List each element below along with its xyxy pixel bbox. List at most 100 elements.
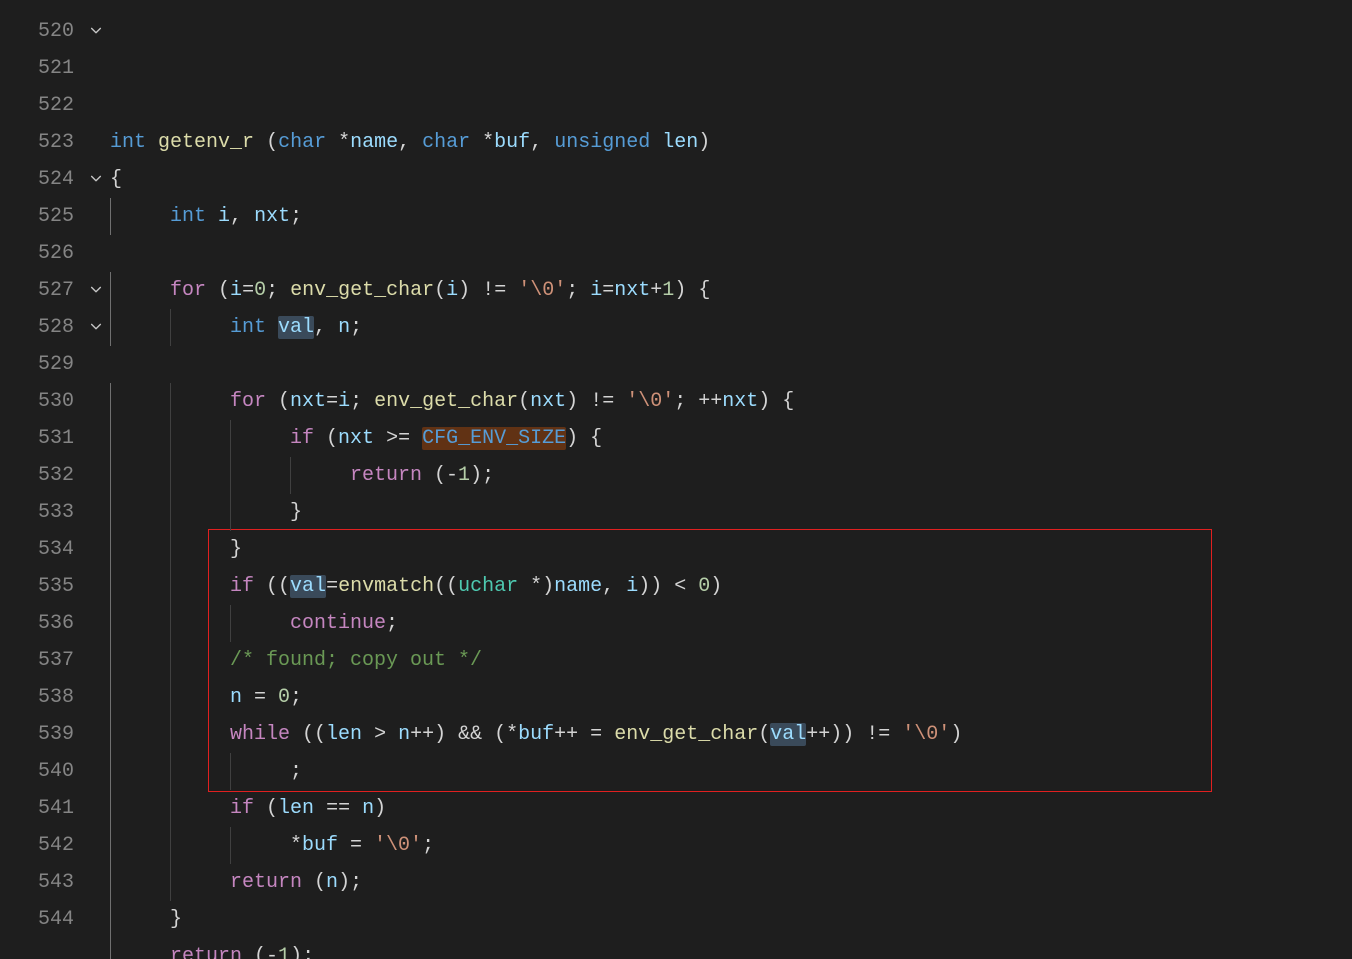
fold-placeholder — [82, 383, 110, 420]
fold-arrow-icon[interactable] — [82, 309, 110, 346]
code-line[interactable]: int i, nxt; — [110, 198, 1352, 235]
indent-guide — [170, 790, 230, 827]
indent-guide — [230, 827, 290, 864]
line-number: 538 — [0, 679, 78, 716]
fold-placeholder — [82, 827, 110, 864]
code-line[interactable]: { — [110, 161, 1352, 198]
indent-guide — [170, 568, 230, 605]
indent-guide — [230, 457, 290, 494]
line-number: 519 — [0, 0, 78, 13]
indent-guide — [110, 420, 170, 457]
code-line[interactable]: /* found; copy out */ — [110, 642, 1352, 679]
fold-placeholder — [82, 494, 110, 531]
code-line[interactable]: n = 0; — [110, 679, 1352, 716]
line-number: 535 — [0, 568, 78, 605]
code-text: for (i=0; env_get_char(i) != '\0'; i=nxt… — [170, 279, 710, 302]
line-number: 529 — [0, 346, 78, 383]
indent-guide — [110, 605, 170, 642]
code-line[interactable]: } — [110, 531, 1352, 568]
fold-placeholder — [82, 531, 110, 568]
code-line[interactable]: return (-1); — [110, 457, 1352, 494]
code-line[interactable] — [110, 346, 1352, 383]
fold-arrow-icon[interactable] — [82, 272, 110, 309]
line-number: 544 — [0, 901, 78, 938]
code-line[interactable]: return (-1); — [110, 938, 1352, 959]
code-line[interactable]: return (n); — [110, 864, 1352, 901]
code-line[interactable]: if (nxt >= CFG_ENV_SIZE) { — [110, 420, 1352, 457]
line-number: 532 — [0, 457, 78, 494]
indent-guide — [170, 420, 230, 457]
fold-placeholder — [82, 457, 110, 494]
indent-guide — [110, 679, 170, 716]
fold-placeholder — [82, 642, 110, 679]
code-line[interactable]: *buf = '\0'; — [110, 827, 1352, 864]
fold-placeholder — [82, 790, 110, 827]
code-line[interactable]: continue; — [110, 605, 1352, 642]
code-line[interactable]: if ((val=envmatch((uchar *)name, i)) < 0… — [110, 568, 1352, 605]
code-line[interactable]: int getenv_r (char *name, char *buf, uns… — [110, 124, 1352, 161]
indent-guide — [230, 494, 290, 531]
indent-guide — [230, 753, 290, 790]
fold-placeholder — [82, 901, 110, 938]
indent-guide — [230, 420, 290, 457]
line-number: 541 — [0, 790, 78, 827]
code-line[interactable]: ; — [110, 753, 1352, 790]
indent-guide — [110, 753, 170, 790]
code-text: ; — [290, 760, 302, 783]
indent-guide — [110, 901, 170, 938]
code-line[interactable] — [110, 87, 1352, 124]
indent-guide — [170, 494, 230, 531]
line-number: 540 — [0, 753, 78, 790]
line-number: 524 — [0, 161, 78, 198]
fold-placeholder — [82, 235, 110, 272]
indent-guide — [170, 531, 230, 568]
code-line[interactable]: } — [110, 494, 1352, 531]
indent-guide — [170, 753, 230, 790]
code-text: } — [290, 501, 302, 524]
indent-guide — [110, 827, 170, 864]
fold-placeholder — [82, 87, 110, 124]
fold-arrow-icon[interactable] — [82, 161, 110, 198]
code-text: if (len == n) — [230, 797, 386, 820]
code-text: if ((val=envmatch((uchar *)name, i)) < 0… — [230, 575, 722, 598]
code-text: } — [230, 538, 242, 561]
code-text: if (nxt >= CFG_ENV_SIZE) { — [290, 427, 602, 450]
code-text: for (nxt=i; env_get_char(nxt) != '\0'; +… — [230, 390, 794, 413]
fold-placeholder — [82, 198, 110, 235]
code-editor[interactable]: 5195205215225235245255265275285295305315… — [0, 0, 1352, 959]
line-number: 542 — [0, 827, 78, 864]
fold-arrow-icon[interactable] — [82, 13, 110, 50]
indent-guide — [110, 531, 170, 568]
code-text: int i, nxt; — [170, 205, 302, 228]
code-line[interactable]: while ((len > n++) && (*buf++ = env_get_… — [110, 716, 1352, 753]
code-area[interactable]: int getenv_r (char *name, char *buf, uns… — [110, 0, 1352, 959]
line-number: 533 — [0, 494, 78, 531]
code-line[interactable]: } — [110, 901, 1352, 938]
indent-guide — [170, 309, 230, 346]
code-line[interactable]: if (len == n) — [110, 790, 1352, 827]
code-line[interactable]: for (i=0; env_get_char(i) != '\0'; i=nxt… — [110, 272, 1352, 309]
line-number: 543 — [0, 864, 78, 901]
code-text: return (-1); — [170, 945, 314, 959]
line-number: 530 — [0, 383, 78, 420]
indent-guide — [110, 938, 170, 959]
indent-guide — [170, 457, 230, 494]
indent-guide — [170, 864, 230, 901]
indent-guide — [290, 457, 350, 494]
line-number-gutter: 5195205215225235245255265275285295305315… — [0, 0, 82, 959]
indent-guide — [170, 716, 230, 753]
code-line[interactable]: for (nxt=i; env_get_char(nxt) != '\0'; +… — [110, 383, 1352, 420]
indent-guide — [170, 827, 230, 864]
indent-guide — [110, 383, 170, 420]
fold-placeholder — [82, 568, 110, 605]
line-number: 531 — [0, 420, 78, 457]
line-number: 520 — [0, 13, 78, 50]
indent-guide — [110, 790, 170, 827]
code-text: int val, n; — [230, 316, 362, 339]
indent-guide — [110, 272, 170, 309]
fold-placeholder — [82, 864, 110, 901]
fold-gutter[interactable] — [82, 0, 110, 959]
indent-guide — [110, 642, 170, 679]
code-line[interactable] — [110, 235, 1352, 272]
code-line[interactable]: int val, n; — [110, 309, 1352, 346]
